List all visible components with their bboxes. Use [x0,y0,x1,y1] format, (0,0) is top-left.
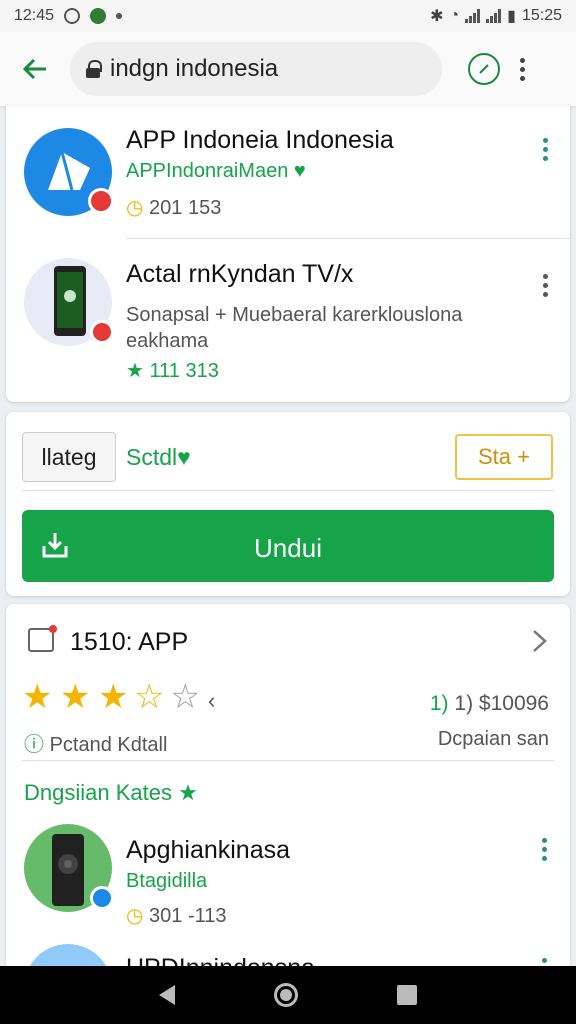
download-label: Undui [254,533,322,563]
url-field[interactable]: indgn indonesia [70,42,442,96]
app-meta: ◷ 301 -113 [126,905,227,927]
install-status: Sctdl♥ [126,444,191,470]
url-text: indgn indonesia [110,55,279,82]
star-icon: ★ [98,678,129,716]
signal-icon [465,9,481,23]
similar-app-item[interactable]: Apghiankinasa Btagidilla ◷ 301 -113 [6,814,570,944]
divider [22,490,554,491]
nav-recents-icon[interactable] [396,985,417,1005]
star-icon: ★ [22,678,53,716]
chevron-right-icon[interactable] [530,628,550,659]
empty-star-icon: ☆ [170,678,201,716]
app-title: Actal rnKyndan TV/x [126,260,354,288]
info-label: ⓘ Pctand Kdtall [24,734,168,756]
bluetooth-icon: ✱ [430,8,444,25]
tabs-icon[interactable] [468,53,500,85]
more-options-icon[interactable] [543,274,548,297]
nav-back-icon[interactable] [159,985,176,1005]
app-title: APP Indoneia Indonesia [126,126,394,154]
star-icon: ★ [178,780,198,805]
details-heading: 1510: APP [70,628,189,656]
battery-text: 15:25 [521,7,562,24]
notification-icon [64,8,81,24]
overflow-menu-icon[interactable] [520,57,525,81]
clock-icon: ◷ [126,905,144,927]
status-time: 12:45 [14,7,55,24]
details-card: 1510: APP ★ ★ ★ ☆ ☆ ‹ 1) 1) $10096 ⓘ Pct… [6,604,570,1024]
rating-suffix: ‹ [208,688,216,713]
half-star-icon: ☆ [134,678,165,716]
battery-icon: ▮ [507,8,516,25]
star-icon: ★ [126,360,144,382]
result-item[interactable]: APP Indoneia Indonesia APPIndonraiMaen ♥… [6,106,570,238]
badge-icon [90,320,114,344]
signal-2-icon [486,9,502,23]
app-rating: ★ 111 313 [126,360,219,382]
download-button[interactable]: Undui [22,510,554,582]
wifi-icon: ◔ [449,7,460,24]
phone-app-icon [24,258,114,346]
document-icon [28,625,57,652]
nav-home-icon[interactable] [273,983,298,1007]
install-card: llateg Sctdl♥ Sta + Undui [6,412,570,596]
app-developer: APPIndonraiMaen ♥ [126,160,306,182]
right-label: Dcpaian san [437,728,549,750]
lock-icon [86,60,102,78]
back-arrow-icon[interactable] [14,48,56,90]
price-text: 1) 1) $10096 [429,692,549,715]
more-options-icon[interactable] [542,838,547,861]
app-description: Sonapsal + Muebaeral karerklouslona eakh… [126,304,463,352]
category-chip[interactable]: llateg [22,432,116,482]
result-item[interactable]: Actal rnKyndan TV/x Sonapsal + Muebaeral… [6,238,570,398]
app-notification-icon [90,8,107,24]
phone-app-icon [24,824,114,912]
browser-toolbar: indgn indonesia [0,32,576,106]
clock-icon: ◷ [126,197,144,219]
divider [22,760,554,761]
results-card: APP Indoneia Indonesia APPIndonraiMaen ♥… [6,106,570,402]
app-developer: Btagidilla [126,870,208,892]
star-icon: ★ [60,678,91,716]
more-options-icon[interactable] [543,138,548,161]
similar-heading: Dngsiian Kates ★ [24,780,198,805]
system-nav-bar [0,966,576,1024]
app-meta: ◷ 201 153 [126,197,222,219]
app-logo-icon [24,128,114,216]
check-icon: ♥ [177,444,191,470]
info-icon: ⓘ [24,734,44,756]
status-bar: 12:45 ✱ ◔ ▮ 15:25 [0,0,576,32]
more-notifications-icon [116,13,123,19]
badge-icon [88,188,114,214]
verified-icon: ♥ [293,160,306,182]
badge-icon [90,886,114,910]
app-title: Apghiankinasa [126,836,291,864]
sta-button[interactable]: Sta + [455,434,553,480]
